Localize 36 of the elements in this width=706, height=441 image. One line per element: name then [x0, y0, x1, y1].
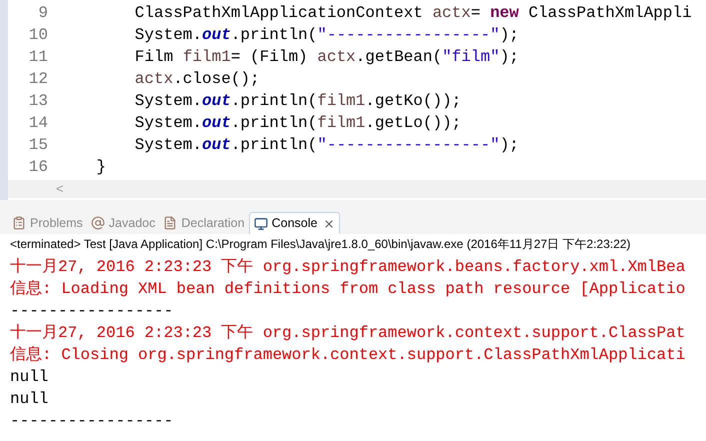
code-line: }	[96, 157, 106, 178]
code-line: System.out.println("-----------------");	[134, 25, 519, 46]
tab-icon	[163, 216, 178, 230]
code-line: ClassPathXmlApplicationContext actx= new ClassPathXmlAppli	[134, 3, 692, 24]
tab-icon	[254, 216, 268, 230]
console-line: 十一月27, 2016 2:23:23 下午 org.springframework.context.support.ClassPat	[10, 322, 686, 344]
console-line: null	[10, 367, 50, 388]
line-number: 11	[28, 47, 48, 68]
console-line: null	[10, 389, 50, 410]
console-line: -----------------	[10, 301, 174, 322]
tab-icon	[90, 216, 105, 230]
line-number: 13	[28, 91, 48, 112]
line-number: 14	[28, 113, 48, 134]
line-number: 10	[28, 25, 48, 46]
console-line: 信息: Closing org.springframework.context.support.ClassPathXmlApplicati	[10, 345, 686, 366]
code-line: Film film1= (Film) actx.getBean("film");	[134, 47, 519, 68]
close-icon[interactable]	[323, 218, 336, 230]
console-line: 信息: Loading XML bean definitions from class path resource [Applicatio	[10, 279, 686, 300]
code-line: System.out.println(film1.getKo());	[134, 91, 462, 112]
panel-tab[interactable]: Problems	[8, 212, 87, 234]
code-line: System.out.println("-----------------");	[134, 135, 519, 156]
console-line: 十一月27, 2016 2:23:23 下午 org.springframework.beans.factory.xml.XmlBea	[10, 256, 686, 278]
horizontal-scrollbar[interactable]: <	[8, 180, 706, 198]
line-number: 16	[28, 157, 48, 178]
line-number: 12	[28, 69, 48, 90]
code-line: System.out.println(film1.getLo());	[134, 113, 462, 134]
line-number: 15	[28, 135, 48, 156]
console-line: -----------------	[10, 411, 174, 432]
tab-icon	[12, 216, 26, 230]
panel-tab[interactable]: Console	[248, 212, 340, 234]
line-number: 9	[38, 3, 48, 24]
scroll-left-button[interactable]: <	[56, 179, 64, 199]
code-line: actx.close();	[134, 69, 260, 90]
console-status: <terminated> Test [Java Application] C:\Program Files\Java\jre1.8.0_60\bin\javaw.exe (2016年11月27日 下午2:23:22)	[10, 236, 631, 253]
panel-tab[interactable]: Javadoc	[86, 212, 160, 234]
panel-tab[interactable]: Declaration	[159, 212, 249, 234]
